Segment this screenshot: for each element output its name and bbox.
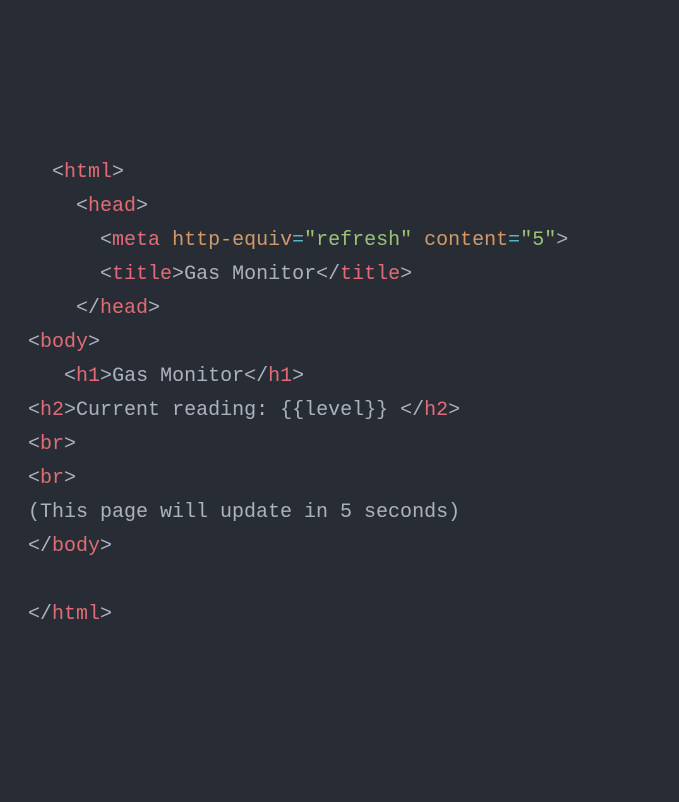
code-line: <html> <box>28 156 651 190</box>
angle-bracket: < <box>52 161 64 184</box>
angle-bracket: > <box>292 365 304 388</box>
code-line: <br> <box>28 462 651 496</box>
equals-sign: = <box>292 229 304 252</box>
angle-bracket: < <box>28 467 40 490</box>
text-content: (This page will update in 5 seconds) <box>28 501 460 524</box>
html-tag: html <box>64 161 112 184</box>
angle-bracket: > <box>172 263 184 286</box>
angle-bracket: > <box>100 535 112 558</box>
angle-bracket: < <box>28 433 40 456</box>
code-line: (This page will update in 5 seconds) <box>28 496 651 530</box>
angle-bracket: > <box>64 467 76 490</box>
angle-bracket: > <box>148 297 160 320</box>
code-line: <head> <box>28 190 651 224</box>
angle-bracket: > <box>64 433 76 456</box>
h2-tag: h2 <box>40 399 64 422</box>
angle-bracket: > <box>400 263 412 286</box>
angle-bracket: </ <box>76 297 100 320</box>
body-tag: body <box>52 535 100 558</box>
code-line: <body> <box>28 326 651 360</box>
code-line: </body> <box>28 530 651 564</box>
code-line: <h2>Current reading: {{level}} </h2> <box>28 394 651 428</box>
text-content: Current reading: {{level}} <box>76 399 400 422</box>
angle-bracket: < <box>28 399 40 422</box>
angle-bracket: < <box>64 365 76 388</box>
angle-bracket: </ <box>316 263 340 286</box>
h2-tag: h2 <box>424 399 448 422</box>
code-line: <h1>Gas Monitor</h1> <box>28 360 651 394</box>
title-tag: title <box>112 263 172 286</box>
angle-bracket: < <box>100 229 112 252</box>
attribute-name: content <box>424 229 508 252</box>
code-line: </html> <box>28 598 651 632</box>
text-content: Gas Monitor <box>184 263 316 286</box>
head-tag: head <box>88 195 136 218</box>
title-tag: title <box>340 263 400 286</box>
angle-bracket: > <box>556 229 568 252</box>
h1-tag: h1 <box>76 365 100 388</box>
head-tag: head <box>100 297 148 320</box>
attribute-value: "5" <box>520 229 556 252</box>
angle-bracket: > <box>448 399 460 422</box>
code-line: <meta http-equiv="refresh" content="5"> <box>28 224 651 258</box>
code-line: <title>Gas Monitor</title> <box>28 258 651 292</box>
body-tag: body <box>40 331 88 354</box>
angle-bracket: > <box>88 331 100 354</box>
angle-bracket: </ <box>244 365 268 388</box>
angle-bracket: < <box>100 263 112 286</box>
attribute-value: "refresh" <box>304 229 412 252</box>
h1-tag: h1 <box>268 365 292 388</box>
angle-bracket: </ <box>28 535 52 558</box>
html-tag: html <box>52 603 100 626</box>
code-line: </head> <box>28 292 651 326</box>
code-line <box>28 564 651 598</box>
code-line: <br> <box>28 428 651 462</box>
angle-bracket: > <box>100 365 112 388</box>
angle-bracket: </ <box>400 399 424 422</box>
code-editor[interactable]: <html> <head> <meta http-equiv="refresh"… <box>28 156 651 632</box>
angle-bracket: > <box>64 399 76 422</box>
text-content: Gas Monitor <box>112 365 244 388</box>
angle-bracket: < <box>76 195 88 218</box>
angle-bracket: > <box>136 195 148 218</box>
meta-tag: meta <box>112 229 160 252</box>
angle-bracket: < <box>28 331 40 354</box>
equals-sign: = <box>508 229 520 252</box>
br-tag: br <box>40 433 64 456</box>
angle-bracket: </ <box>28 603 52 626</box>
angle-bracket: > <box>100 603 112 626</box>
attribute-name: http-equiv <box>172 229 292 252</box>
br-tag: br <box>40 467 64 490</box>
angle-bracket: > <box>112 161 124 184</box>
